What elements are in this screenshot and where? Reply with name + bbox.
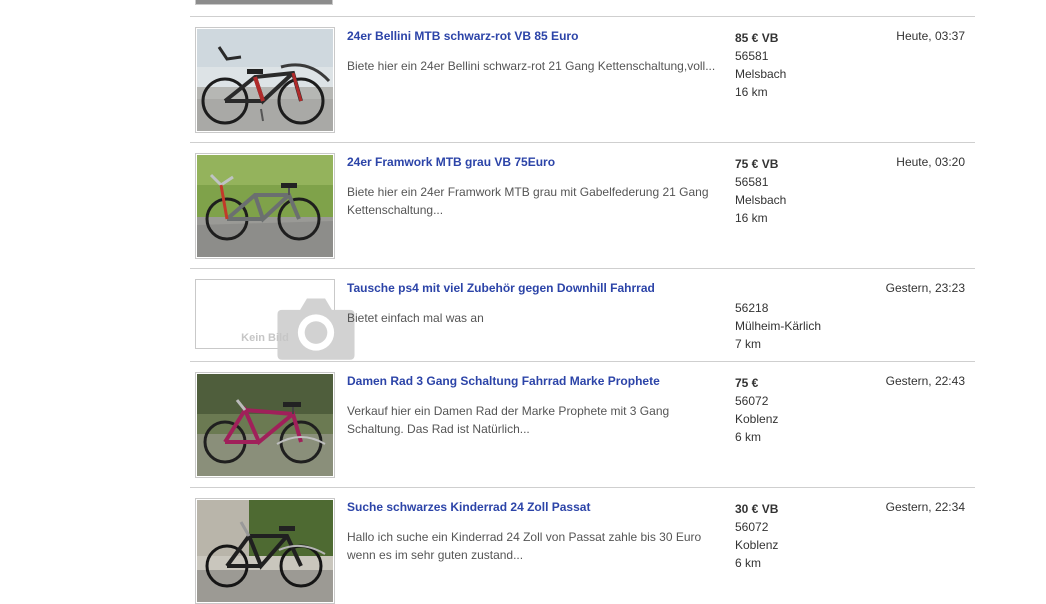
listing-date: Gestern, 22:43 [885,374,965,388]
listing-zip: 56218 [735,301,769,315]
listing-distance: 7 km [735,337,762,351]
listing-thumbnail[interactable] [195,27,335,133]
listing-title-link[interactable]: 24er Framwork MTB grau VB 75Euro [347,155,555,169]
listing-description: Verkauf hier ein Damen Rad der Marke Pro… [347,404,670,436]
bike-photo [197,374,333,476]
listing-city: Koblenz [735,538,779,552]
listing-meta: 75 € 56072 Koblenz 6 km [735,374,778,446]
listing-description: Biete hier ein 24er Bellini schwarz-rot … [347,59,716,73]
listing-meta: 30 € VB 56072 Koblenz 6 km [735,500,778,572]
no-image-label: Kein Bild [241,332,289,344]
listing-distance: 6 km [735,430,762,444]
listing-city: Melsbach [735,67,787,81]
listing-zip: 56581 [735,49,769,63]
listing-date: Heute, 03:20 [896,155,965,169]
listing-price: 85 € VB [735,31,779,45]
listing-price: 75 € VB [735,157,779,171]
listing-zip: 56072 [735,520,769,534]
listing-city: Koblenz [735,412,779,426]
listing-distance: 16 km [735,211,768,225]
listing-row: Kein Bild Tausche ps4 mit viel Zubehör g… [190,269,975,362]
listing-city: Melsbach [735,193,787,207]
listing-meta: 85 € VB 56581 Melsbach 16 km [735,29,786,101]
listing-title-link[interactable]: Damen Rad 3 Gang Schaltung Fahrrad Marke… [347,374,660,388]
listing-row: Damen Rad 3 Gang Schaltung Fahrrad Marke… [190,362,975,488]
listing-description: Bietet einfach mal was an [347,311,484,325]
listing-price: 30 € VB [735,502,779,516]
listing-description: Hallo ich suche ein Kinderrad 24 Zoll vo… [347,530,702,562]
listing-thumbnail[interactable] [195,498,335,604]
previous-listing-remnant [190,0,975,17]
listing-date: Gestern, 23:23 [885,281,965,295]
bike-photo [197,29,333,131]
listing-row: 24er Framwork MTB grau VB 75Euro Biete h… [190,143,975,269]
listing-title-link[interactable]: 24er Bellini MTB schwarz-rot VB 85 Euro [347,29,578,43]
listing-description: Biete hier ein 24er Framwork MTB grau mi… [347,185,709,217]
listing-date: Heute, 03:37 [896,29,965,43]
listing-distance: 16 km [735,85,768,99]
camera-icon [277,298,355,360]
listing-thumbnail[interactable] [195,0,333,5]
listing-city: Mülheim-Kärlich [735,319,822,333]
listing-row: Suche schwarzes Kinderrad 24 Zoll Passat… [190,488,975,604]
listing-price: 75 € [735,376,759,390]
listing-thumbnail[interactable] [195,153,335,259]
no-image-placeholder[interactable]: Kein Bild [195,279,355,360]
listing-results: 24er Bellini MTB schwarz-rot VB 85 Euro … [190,0,975,604]
listing-meta: 56218 Mülheim-Kärlich 7 km [735,281,821,353]
listing-distance: 6 km [735,556,762,570]
listing-thumbnail[interactable] [195,372,335,478]
listing-zip: 56072 [735,394,769,408]
listing-title-link[interactable]: Suche schwarzes Kinderrad 24 Zoll Passat [347,500,590,514]
listing-meta: 75 € VB 56581 Melsbach 16 km [735,155,786,227]
listing-zip: 56581 [735,175,769,189]
listing-price [735,281,821,299]
listing-row: 24er Bellini MTB schwarz-rot VB 85 Euro … [190,17,975,143]
bike-photo [197,155,333,257]
listing-title-link[interactable]: Tausche ps4 mit viel Zubehör gegen Downh… [347,281,655,295]
bike-photo [197,500,333,602]
listing-date: Gestern, 22:34 [885,500,965,514]
